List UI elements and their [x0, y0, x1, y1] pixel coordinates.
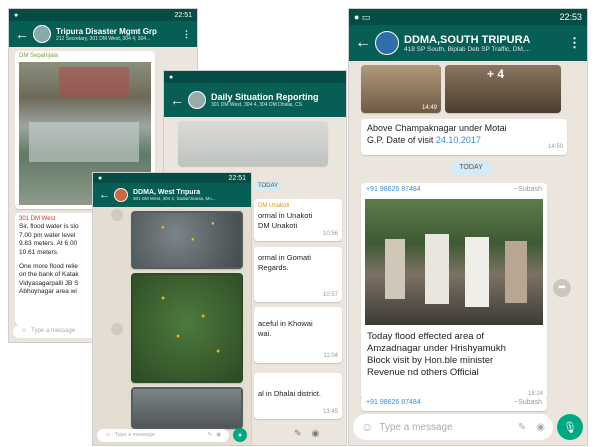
emoji-icon[interactable]: ☺ [21, 328, 27, 334]
chat-titles[interactable]: DDMA, West Tripura 301 DM West, 304 4, S… [133, 189, 245, 201]
text-message: ormal in Gomati Regards. 10:57 [254, 247, 342, 302]
forward-icon[interactable] [111, 209, 123, 221]
chat-titles[interactable]: Tripura Disaster Mgmt Grp 212 Secretary,… [56, 27, 178, 42]
image-message[interactable]: 14:49 [361, 65, 441, 113]
sender-phone[interactable]: +91 98626 87484 [366, 399, 421, 409]
sender-name: ~Subash [514, 399, 542, 406]
back-arrow-icon[interactable]: ← [15, 27, 29, 41]
phone-ddma-west: ● 22:51 ← DDMA, West Tripura 301 DM West… [92, 172, 252, 446]
report-image[interactable] [178, 121, 328, 166]
sender-phone[interactable]: +91 98626 87484 [366, 186, 421, 193]
camera-icon[interactable]: ◉ [216, 432, 221, 438]
chat-title: DDMA, West Tripura [133, 189, 201, 196]
map-image-message[interactable]: ● ● ● [131, 211, 243, 269]
image-caption-message[interactable]: +91 98626 87484 ~Subash Today flood effe… [361, 183, 547, 399]
status-bar: ● 22:51 [9, 9, 197, 21]
back-arrow-icon[interactable]: ← [99, 189, 110, 201]
status-bar: ● [164, 71, 346, 83]
map-image[interactable] [133, 213, 241, 267]
group-avatar[interactable] [375, 31, 399, 55]
message-input-bar: ☺ Type a message ✎ ◉ ● [97, 428, 247, 442]
group-avatar[interactable] [33, 25, 51, 43]
sender-name: ~Subash [514, 186, 542, 193]
map-image-message[interactable] [131, 387, 243, 429]
image-timestamp: 14:49 [421, 105, 437, 111]
minister-visit-photo[interactable] [365, 199, 543, 325]
chat-header: ← Tripura Disaster Mgmt Grp 212 Secretar… [9, 21, 197, 47]
chat-subtitle: 301 DM West, 304 4, 304 DM Dhalai, CS [211, 102, 303, 108]
menu-dots-icon[interactable]: ⋮ [568, 35, 581, 51]
album-count: + 4 [487, 67, 505, 81]
chat-header: ← Daily Situation Reporting 301 DM West,… [164, 83, 346, 117]
status-time: 22:53 [559, 12, 582, 22]
text-message: Above Champaknagar under Motai G.P. Date… [361, 119, 567, 155]
chat-title: DDMA,SOUTH TRIPURA [404, 33, 531, 46]
menu-dots-icon[interactable]: ⋮ [182, 29, 191, 40]
phone-ddma-south: ● ▭ 22:53 ← DDMA,SOUTH TRIPURA 418 SP So… [348, 8, 588, 446]
group-avatar[interactable] [188, 91, 206, 109]
chat-subtitle: 212 Secretary, 301 DM West, 304 4, 304..… [56, 35, 151, 42]
attach-icon[interactable]: ✎ [294, 428, 302, 439]
status-bar: ● 22:51 [93, 173, 251, 183]
chat-subtitle: 418 SP South, Biplab Deb SP Traffic, DM,… [404, 45, 531, 53]
image-message[interactable] [178, 121, 328, 166]
message-input[interactable]: ☺ Type a message ✎ ◉ [353, 414, 553, 440]
chat-title: Daily Situation Reporting [211, 92, 319, 102]
forward-icon[interactable] [111, 323, 123, 335]
chat-subtitle: 301 DM West, 304 4, Sadar/Jirania, Mo... [133, 196, 216, 201]
input-icons: ✎ ◉ [294, 428, 319, 439]
status-time: 22:51 [174, 11, 192, 19]
date-chip: TODAY [451, 161, 491, 175]
mic-icon[interactable]: 🎙 [557, 414, 583, 440]
map-image[interactable] [133, 389, 241, 427]
text-message: al in Dhalai district. 13:45 [254, 373, 342, 419]
message-input[interactable]: ☺ Type a message ✎ ◉ [97, 428, 229, 442]
emoji-icon[interactable]: ☺ [105, 432, 111, 438]
chat-titles[interactable]: Daily Situation Reporting 301 DM West, 3… [211, 92, 340, 108]
forward-icon[interactable]: ➦ [553, 279, 571, 297]
image-album-more[interactable]: + 4 [445, 65, 561, 113]
back-arrow-icon[interactable]: ← [170, 93, 184, 107]
map-image[interactable] [133, 275, 241, 381]
chat-title: Tripura Disaster Mgmt Grp [56, 26, 157, 36]
chat-header: ← DDMA, West Tripura 301 DM West, 304 4,… [93, 183, 251, 207]
status-icons-left: ● [169, 73, 174, 81]
status-icons-left: ● [14, 11, 19, 19]
date-chip: TODAY [254, 181, 282, 191]
status-time: 22:51 [228, 174, 246, 182]
caption: Today flood effected area of Amzadnagar … [367, 331, 506, 378]
map-image-message[interactable]: ● ● ● ● [131, 273, 243, 383]
message-sender: DM Sepahijala [19, 53, 59, 59]
chat-titles[interactable]: DDMA,SOUTH TRIPURA 418 SP South, Biplab … [404, 34, 564, 53]
text-message: DM Unakoti ormal in Unakoti DM Unakoti 1… [254, 199, 342, 241]
status-bar: ● ▭ 22:53 [349, 9, 587, 25]
chat-header: ← DDMA,SOUTH TRIPURA 418 SP South, Bipla… [349, 25, 587, 61]
camera-icon[interactable]: ◉ [536, 422, 545, 433]
group-avatar[interactable] [114, 188, 128, 202]
text-message: aceful in Khowai wai. 11:04 [254, 307, 342, 363]
back-arrow-icon[interactable]: ← [355, 35, 371, 51]
mic-icon[interactable]: ● [233, 428, 247, 442]
emoji-icon[interactable]: ☺ [361, 420, 373, 434]
attach-icon[interactable]: ✎ [518, 422, 526, 433]
message-input-bar: ☺ Type a message ✎ ◉ 🎙 [353, 413, 583, 441]
date-link[interactable]: 24.10.2017 [436, 135, 481, 145]
status-icons-left: ● ▭ [354, 11, 371, 22]
attach-icon[interactable]: ✎ [208, 432, 213, 438]
camera-icon[interactable]: ◉ [312, 428, 320, 439]
text-message: +91 98626 87484 ~Subash [361, 397, 547, 411]
status-icons-left: ● [98, 174, 103, 182]
